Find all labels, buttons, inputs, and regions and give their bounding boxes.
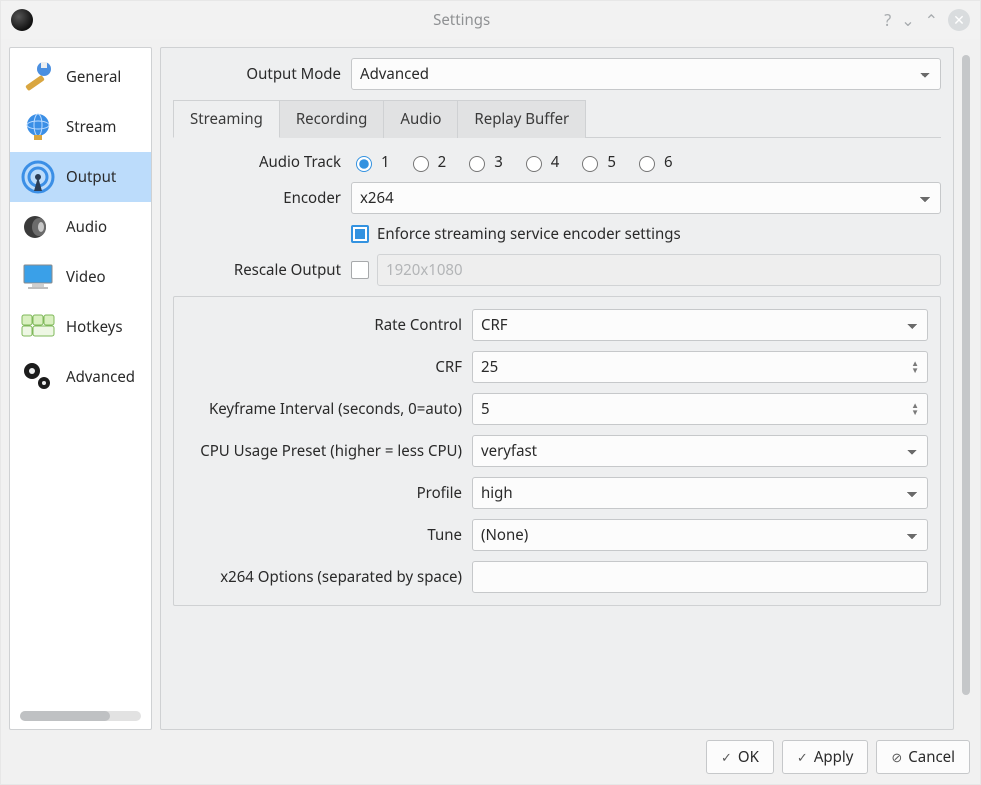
check-icon: ✓	[721, 748, 732, 766]
rescale-checkbox[interactable]	[351, 261, 369, 279]
minimize-icon[interactable]: ⌄	[901, 9, 914, 31]
main: Output Mode Advanced Streaming Recording…	[160, 47, 972, 730]
app-icon	[11, 9, 33, 31]
audio-track-6[interactable]: 6	[634, 152, 673, 172]
encoder-options-group: Rate Control CRF CRF 25▲▼ Keyframe Inter…	[173, 296, 941, 606]
cancel-button[interactable]: ⊘Cancel	[876, 740, 970, 774]
sidebar-item-stream[interactable]: Stream	[10, 102, 151, 152]
crf-row: CRF 25▲▼	[174, 351, 928, 383]
sidebar-item-general[interactable]: General	[10, 52, 151, 102]
rate-control-select[interactable]: CRF	[472, 309, 928, 341]
audio-track-1[interactable]: 1	[351, 152, 390, 172]
keyint-row: Keyframe Interval (seconds, 0=auto) 5▲▼	[174, 393, 928, 425]
rate-control-label: Rate Control	[174, 315, 472, 335]
wrench-icon	[18, 57, 58, 97]
profile-row: Profile high	[174, 477, 928, 509]
sidebar-item-hotkeys[interactable]: Hotkeys	[10, 302, 151, 352]
sidebar-item-output[interactable]: Output	[10, 152, 151, 202]
apply-button[interactable]: ✓Apply	[782, 740, 868, 774]
keyboard-icon	[18, 307, 58, 347]
encoder-select[interactable]: x264	[351, 182, 941, 214]
enforce-label: Enforce streaming service encoder settin…	[377, 224, 681, 244]
keyint-label: Keyframe Interval (seconds, 0=auto)	[174, 399, 472, 419]
profile-select[interactable]: high	[472, 477, 928, 509]
output-mode-select[interactable]: Advanced	[351, 58, 941, 90]
tab-streaming[interactable]: Streaming	[173, 100, 280, 138]
sidebar-item-label: Hotkeys	[66, 317, 123, 337]
enforce-checkbox[interactable]	[351, 225, 369, 243]
keyint-input[interactable]: 5▲▼	[472, 393, 928, 425]
window-title: Settings	[39, 10, 884, 30]
titlebar: Settings ? ⌄ ⌃ ✕	[1, 1, 980, 39]
sidebar-item-advanced[interactable]: Advanced	[10, 352, 151, 402]
audio-track-row: Audio Track 1 2 3 4 5 6	[173, 152, 941, 172]
sidebar-item-audio[interactable]: Audio	[10, 202, 151, 252]
tab-recording[interactable]: Recording	[280, 100, 385, 138]
settings-window: Settings ? ⌄ ⌃ ✕ General	[0, 0, 981, 785]
crf-input[interactable]: 25▲▼	[472, 351, 928, 383]
dialog-buttons: ✓OK ✓Apply ⊘Cancel	[1, 730, 980, 784]
x264opts-label: x264 Options (separated by space)	[174, 567, 472, 587]
tune-select[interactable]: (None)	[472, 519, 928, 551]
window-controls: ? ⌄ ⌃ ✕	[884, 9, 970, 31]
broadcast-icon	[18, 157, 58, 197]
preset-label: CPU Usage Preset (higher = less CPU)	[174, 441, 472, 461]
tabs: Streaming Recording Audio Replay Buffer	[173, 100, 941, 138]
globe-icon	[18, 107, 58, 147]
maximize-icon[interactable]: ⌃	[925, 9, 938, 31]
body: General Stream Output	[1, 39, 980, 730]
check-icon: ✓	[797, 748, 808, 766]
encoder-label: Encoder	[173, 188, 351, 208]
spinner-icon[interactable]: ▲▼	[911, 360, 919, 374]
monitor-icon	[18, 257, 58, 297]
x264opts-input[interactable]	[472, 561, 928, 593]
main-scrollbar[interactable]	[960, 55, 972, 722]
encoder-row: Encoder x264	[173, 182, 941, 214]
sidebar-item-label: Advanced	[66, 367, 135, 387]
cancel-icon: ⊘	[891, 748, 902, 766]
audio-track-5[interactable]: 5	[577, 152, 616, 172]
x264opts-row: x264 Options (separated by space)	[174, 561, 928, 593]
help-icon[interactable]: ?	[884, 9, 891, 31]
audio-track-label: Audio Track	[173, 152, 351, 172]
profile-label: Profile	[174, 483, 472, 503]
preset-select[interactable]: veryfast	[472, 435, 928, 467]
audio-track-2[interactable]: 2	[408, 152, 447, 172]
tab-audio[interactable]: Audio	[384, 100, 458, 138]
tune-label: Tune	[174, 525, 472, 545]
sidebar: General Stream Output	[9, 47, 152, 730]
preset-row: CPU Usage Preset (higher = less CPU) ver…	[174, 435, 928, 467]
main-panel: Output Mode Advanced Streaming Recording…	[160, 47, 954, 730]
tab-replay-buffer[interactable]: Replay Buffer	[458, 100, 586, 138]
tune-row: Tune (None)	[174, 519, 928, 551]
ok-button[interactable]: ✓OK	[706, 740, 774, 774]
close-icon[interactable]: ✕	[948, 9, 970, 31]
audio-track-3[interactable]: 3	[464, 152, 503, 172]
sidebar-item-label: Video	[66, 267, 106, 287]
enforce-row: Enforce streaming service encoder settin…	[173, 224, 941, 244]
audio-track-radios: 1 2 3 4 5 6	[351, 152, 941, 172]
rescale-select[interactable]: 1920x1080	[377, 254, 941, 286]
audio-track-4[interactable]: 4	[521, 152, 560, 172]
rescale-label: Rescale Output	[173, 260, 351, 280]
rescale-row: Rescale Output 1920x1080	[173, 254, 941, 286]
output-mode-label: Output Mode	[173, 64, 351, 84]
sidebar-scrollbar[interactable]	[20, 711, 141, 721]
speaker-icon	[18, 207, 58, 247]
spinner-icon[interactable]: ▲▼	[911, 402, 919, 416]
sidebar-item-video[interactable]: Video	[10, 252, 151, 302]
gears-icon	[18, 357, 58, 397]
rate-control-row: Rate Control CRF	[174, 309, 928, 341]
sidebar-item-label: Stream	[66, 117, 116, 137]
sidebar-item-label: Output	[66, 167, 116, 187]
output-mode-row: Output Mode Advanced	[173, 58, 941, 90]
crf-label: CRF	[174, 357, 472, 377]
sidebar-item-label: Audio	[66, 217, 107, 237]
sidebar-item-label: General	[66, 67, 121, 87]
